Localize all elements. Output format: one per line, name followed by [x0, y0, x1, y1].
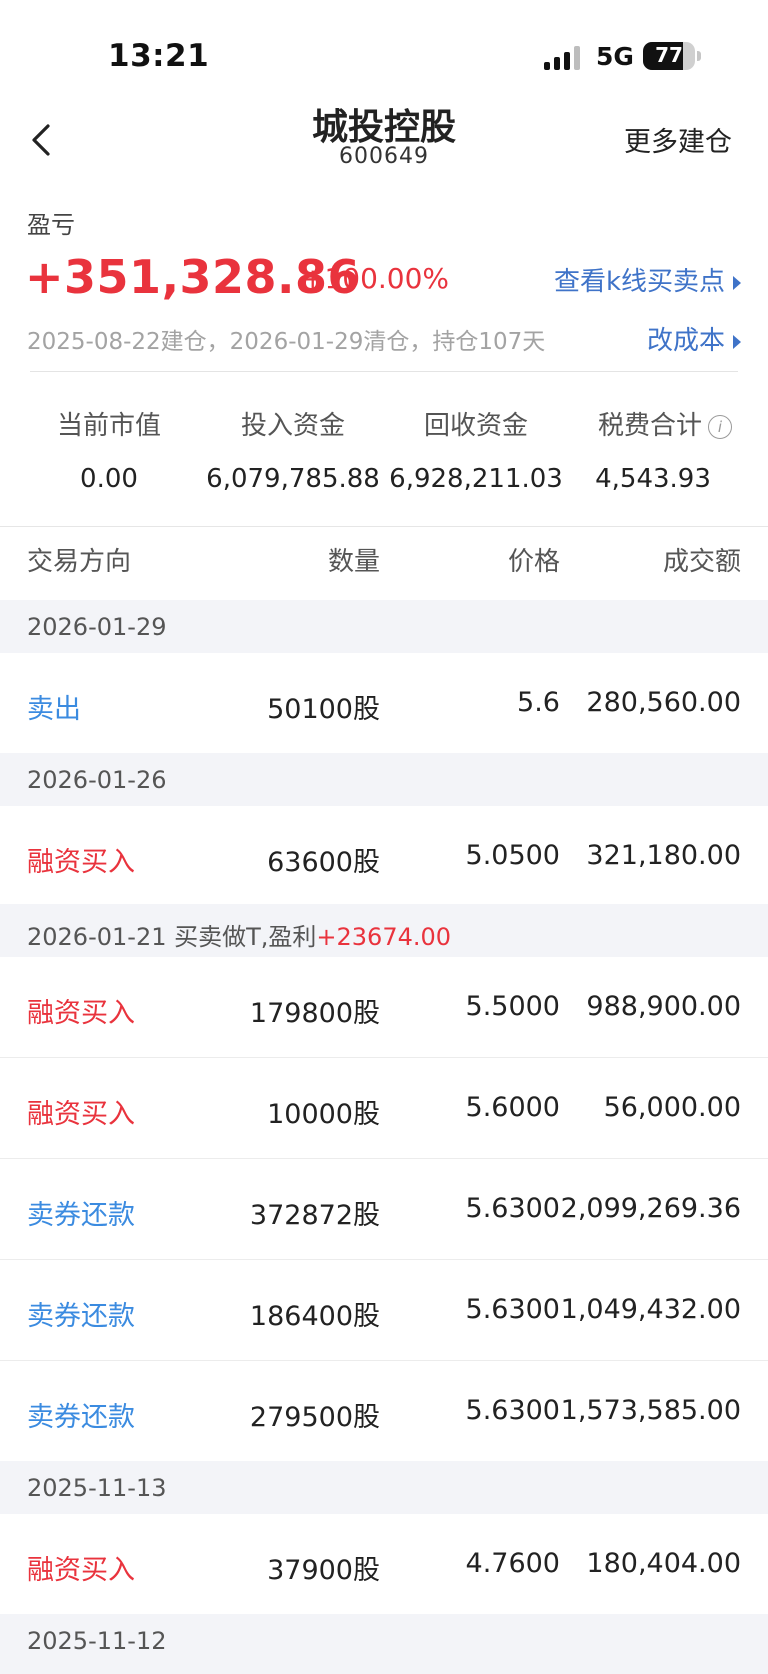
trade-amount: 180,404.00: [586, 1548, 741, 1579]
edit-cost-label: 改成本: [646, 326, 725, 356]
stat-label: 投入资金: [240, 411, 345, 441]
trade-direction: 融资买入: [27, 847, 135, 878]
trade-row[interactable]: 融资买入 179800股 5.5000 988,900.00: [0, 957, 768, 1058]
trade-price: 5.0500: [465, 840, 560, 871]
date-group-header: 2025-11-13: [0, 1461, 768, 1514]
trade-quantity: 372872股: [249, 1200, 380, 1231]
caret-right-icon: [733, 275, 741, 290]
stat-market-value: 当前市值 0.00: [14, 405, 204, 494]
trade-amount: 280,560.00: [586, 687, 741, 718]
trade-amount: 2,099,269.36: [560, 1193, 741, 1224]
date-label: 2025-11-12: [27, 1627, 167, 1655]
trade-direction: 卖券还款: [27, 1200, 135, 1231]
network-type: 5G: [596, 42, 634, 71]
battery-percent: 77: [655, 43, 683, 67]
day-trade-profit: +23674.00: [316, 923, 452, 951]
profit-loss-percent: +100.00%: [301, 262, 450, 295]
stat-label: 当前市值: [56, 411, 161, 441]
trade-price: 5.5000: [465, 991, 560, 1022]
kline-points-link[interactable]: 查看k线买卖点: [554, 261, 741, 298]
date-group-header: 2026-01-29: [0, 600, 768, 653]
date-group-header: 2025-11-12: [0, 1614, 768, 1674]
trade-amount: 56,000.00: [603, 1092, 741, 1123]
trade-row[interactable]: 卖券还款 186400股 5.6300 1,049,432.00: [0, 1260, 768, 1361]
trade-price: 5.6000: [465, 1092, 560, 1123]
trade-quantity: 179800股: [249, 998, 380, 1029]
trade-amount: 1,573,585.00: [560, 1395, 741, 1426]
trade-row[interactable]: 融资买入 10000股 5.6000 56,000.00: [0, 1058, 768, 1159]
edit-cost-link[interactable]: 改成本: [647, 320, 741, 357]
trade-quantity: 50100股: [267, 694, 380, 725]
stat-value: 6,928,211.03: [389, 464, 563, 494]
trade-list: 2026-01-29 卖出 50100股 5.6 280,560.00 2026…: [0, 600, 768, 1674]
stat-fees[interactable]: 税费合计 i 4,543.93: [565, 405, 765, 494]
trade-row[interactable]: 卖出 50100股 5.6 280,560.00: [0, 653, 768, 753]
date-group-header: 2026-01-26: [0, 753, 768, 806]
trade-price: 5.6: [517, 687, 560, 718]
stat-label: 税费合计: [597, 411, 702, 441]
header-direction: 交易方向: [27, 547, 132, 577]
trade-row[interactable]: 卖券还款 372872股 5.6300 2,099,269.36: [0, 1159, 768, 1260]
nav-header: 城投控股 600649 更多建仓: [0, 92, 768, 182]
stat-value: 0.00: [80, 464, 138, 494]
caret-right-icon: [733, 334, 741, 349]
day-trade-note: 买卖做T,盈利: [166, 923, 317, 951]
more-positions-button[interactable]: 更多建仓: [624, 120, 732, 159]
holding-period: 2025-08-22建仓，2026-01-29清仓，持仓107天: [27, 329, 546, 355]
trade-quantity: 37900股: [267, 1555, 380, 1586]
trade-quantity: 279500股: [249, 1402, 380, 1433]
trade-price: 5.6300: [465, 1193, 560, 1224]
date-label: 2026-01-21 买卖做T,盈利+23674.00: [27, 923, 452, 951]
stat-label: 回收资金: [423, 411, 528, 441]
info-icon[interactable]: i: [708, 414, 732, 439]
date-label: 2025-11-13: [27, 1474, 167, 1502]
header-quantity: 数量: [327, 547, 380, 577]
trade-price: 4.7600: [465, 1548, 560, 1579]
trade-row[interactable]: 融资买入 37900股 4.7600 180,404.00: [0, 1514, 768, 1614]
trade-price: 5.6300: [465, 1294, 560, 1325]
trade-row[interactable]: 卖券还款 279500股 5.6300 1,573,585.00: [0, 1361, 768, 1461]
trade-amount: 321,180.00: [586, 840, 741, 871]
trade-direction: 融资买入: [27, 1099, 135, 1130]
stat-recovered: 回收资金 6,928,211.03: [381, 405, 571, 494]
kline-link-label: 查看k线买卖点: [553, 267, 725, 297]
stat-value: 4,543.93: [595, 464, 711, 494]
trade-quantity: 63600股: [267, 847, 380, 878]
date-group-header: 2026-01-21 买卖做T,盈利+23674.00: [0, 904, 768, 957]
trade-quantity: 10000股: [267, 1099, 380, 1130]
status-time: 13:21: [108, 38, 210, 74]
trade-direction: 卖券还款: [27, 1402, 135, 1433]
header-price: 价格: [507, 547, 560, 577]
date-label: 2026-01-29: [27, 613, 167, 641]
stat-value: 6,079,785.88: [206, 464, 380, 494]
trade-amount: 988,900.00: [586, 991, 741, 1022]
stat-invested: 投入资金 6,079,785.88: [198, 405, 388, 494]
profit-loss-label: 盈亏: [27, 211, 75, 239]
trade-row[interactable]: 融资买入 63600股 5.0500 321,180.00: [0, 806, 768, 904]
header-amount: 成交额: [662, 547, 741, 577]
trade-direction: 卖券还款: [27, 1301, 135, 1332]
table-header: 交易方向 数量 价格 成交额: [0, 527, 768, 599]
battery-tip: [697, 51, 701, 61]
date-label: 2026-01-26: [27, 766, 167, 794]
trade-amount: 1,049,432.00: [560, 1294, 741, 1325]
cellular-signal-icon: [544, 46, 582, 70]
trade-direction: 融资买入: [27, 1555, 135, 1586]
trade-quantity: 186400股: [249, 1301, 380, 1332]
stats-row: 当前市值 0.00 投入资金 6,079,785.88 回收资金 6,928,2…: [0, 405, 768, 495]
trade-price: 5.6300: [465, 1395, 560, 1426]
divider: [30, 371, 738, 372]
battery-icon: 77: [643, 42, 695, 70]
trade-direction: 融资买入: [27, 998, 135, 1029]
trade-direction: 卖出: [27, 694, 81, 725]
